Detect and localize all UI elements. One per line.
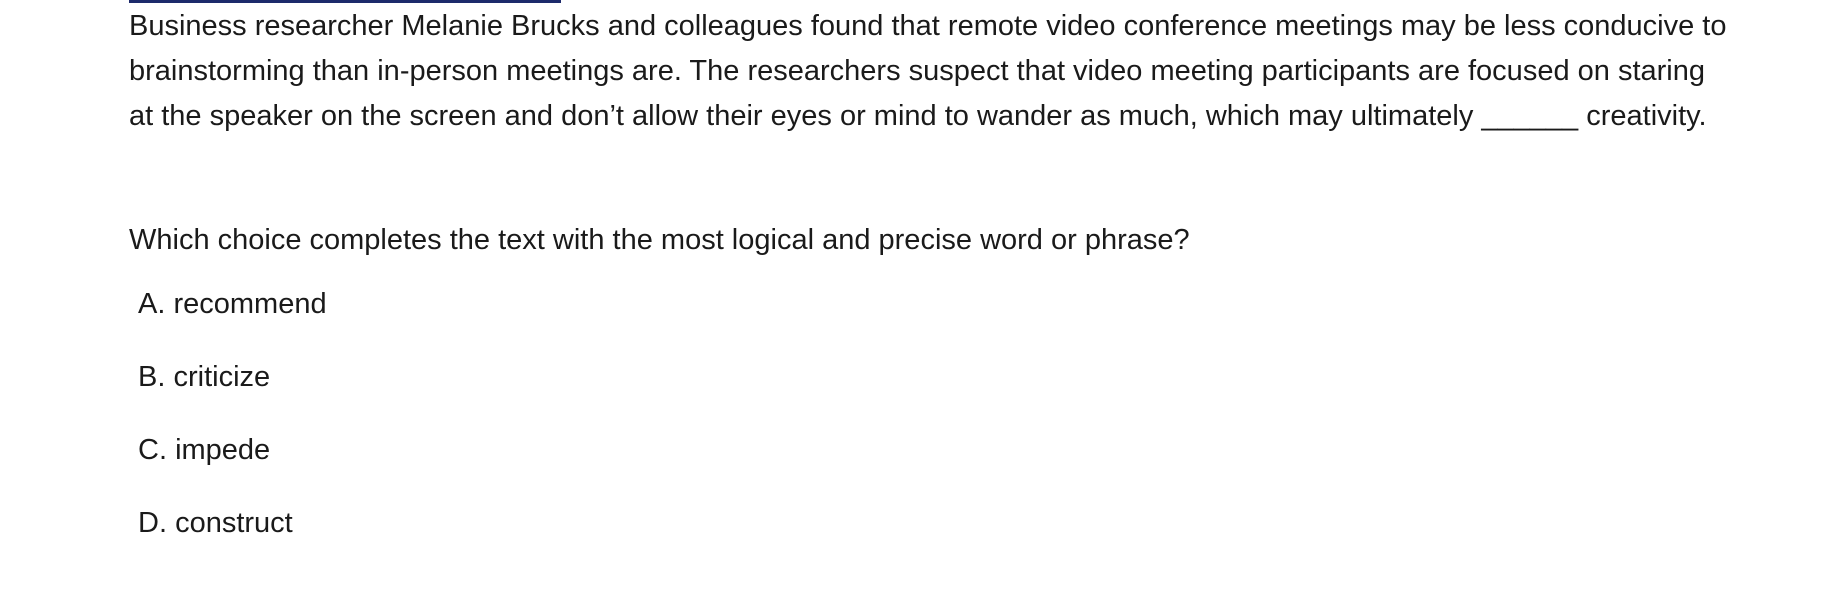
choice-a[interactable]: A. recommend xyxy=(138,282,327,355)
choice-a-text: recommend xyxy=(173,288,327,320)
choice-c-text: impede xyxy=(175,434,271,466)
choice-d-letter: D. xyxy=(138,507,167,539)
choice-c[interactable]: C. impede xyxy=(138,428,327,501)
choice-b-text: criticize xyxy=(173,361,271,393)
choice-b-letter: B. xyxy=(138,361,166,393)
choice-d-text: construct xyxy=(175,507,293,539)
choice-d[interactable]: D. construct xyxy=(138,501,327,574)
top-divider xyxy=(129,0,561,3)
choice-a-letter: A. xyxy=(138,288,166,320)
choice-c-letter: C. xyxy=(138,434,167,466)
passage-text: Business researcher Melanie Brucks and c… xyxy=(129,10,1727,132)
choice-b[interactable]: B. criticize xyxy=(138,355,327,428)
question-prompt: Which choice completes the text with the… xyxy=(129,224,1190,256)
answer-choices: A. recommend B. criticize C. impede D. c… xyxy=(138,282,327,574)
